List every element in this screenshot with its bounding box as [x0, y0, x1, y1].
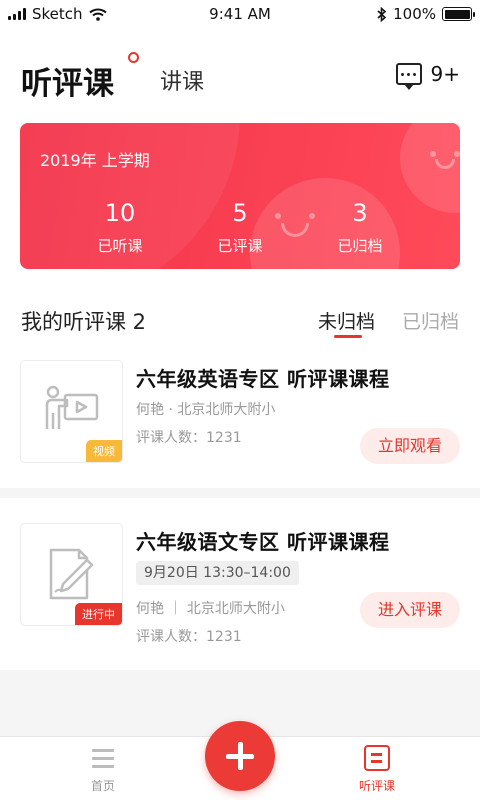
app-screen: Sketch 9:41 AM 100% 听评课 讲课 9+ 2019年 上学期 … — [0, 0, 480, 800]
message-icon — [395, 63, 422, 90]
course-title[interactable]: 六年级英语专区 听评课课程 — [136, 363, 389, 392]
stat-label: 已评课 — [217, 237, 263, 255]
course-thumbnail: 视频 — [20, 360, 123, 463]
course-card[interactable]: 视频 六年级英语专区 听评课课程 何艳 · 北京北师大附小 评课人数：1231 … — [0, 343, 480, 488]
menu-icon — [90, 745, 116, 771]
tab-lecture[interactable]: 讲课 — [160, 64, 204, 96]
term-label: 2019年 上学期 — [40, 151, 150, 170]
wifi-icon — [88, 8, 107, 21]
teacher-school: 何艳 ｜ 北京北师大附小 — [136, 601, 285, 617]
stat-evaluated[interactable]: 5 已评课 — [190, 199, 290, 256]
stat-value: 3 — [352, 199, 368, 227]
battery-icon — [442, 7, 475, 21]
course-thumbnail: 进行中 — [20, 523, 123, 626]
teacher-board-icon — [45, 385, 99, 429]
carrier-label: Sketch — [32, 5, 83, 23]
stat-listened[interactable]: 10 已听课 — [70, 199, 170, 256]
stat-value: 10 — [104, 199, 136, 227]
bluetooth-icon — [377, 6, 387, 22]
reviewer-count: 评课人数：1231 — [136, 629, 242, 645]
add-button[interactable] — [205, 721, 275, 791]
active-tab-indicator — [334, 335, 362, 338]
stat-label: 已听课 — [97, 237, 143, 255]
messages-button[interactable]: 9+ — [395, 62, 460, 90]
watch-now-button[interactable]: 立即观看 — [359, 428, 460, 464]
message-count: 9+ — [430, 62, 460, 86]
document-pen-icon — [49, 548, 94, 600]
section-title: 我的听评课 2 — [21, 310, 147, 334]
stat-label: 已归档 — [337, 237, 383, 255]
clock: 9:41 AM — [209, 5, 271, 23]
stat-archived[interactable]: 3 已归档 — [310, 199, 410, 256]
tab-home[interactable]: 首页 — [63, 745, 143, 794]
header: 听评课 讲课 9+ — [0, 28, 480, 120]
enter-review-button[interactable]: 进入评课 — [359, 592, 460, 628]
tab-archived[interactable]: 已归档 — [402, 307, 459, 334]
session-time: 9月20日 13:30–14:00 — [136, 561, 299, 585]
teacher-school: 何艳 · 北京北师大附小 — [136, 402, 276, 418]
video-tag: 视频 — [86, 440, 122, 462]
stat-value: 5 — [232, 199, 248, 227]
tab-listen[interactable]: 听评课 — [337, 745, 417, 794]
signal-icon — [8, 8, 26, 20]
status-right: 100% — [377, 5, 475, 23]
summary-card: 2019年 上学期 10 已听课 5 已评课 3 已归档 — [20, 123, 460, 269]
document-icon — [364, 745, 390, 771]
tab-unarchived[interactable]: 未归档 — [318, 307, 375, 334]
notification-dot — [128, 52, 139, 63]
course-card[interactable]: 进行中 六年级语文专区 听评课课程 9月20日 13:30–14:00 何艳 ｜… — [0, 498, 480, 670]
tab-listen-label: 听评课 — [358, 779, 395, 793]
in-progress-tag: 进行中 — [75, 603, 122, 625]
status-left: Sketch — [8, 5, 107, 23]
battery-percent: 100% — [393, 5, 436, 23]
tab-home-label: 首页 — [90, 779, 115, 793]
reviewer-count: 评课人数：1231 — [136, 430, 242, 446]
course-title[interactable]: 六年级语文专区 听评课课程 — [136, 526, 389, 555]
status-bar: Sketch 9:41 AM 100% — [0, 0, 480, 28]
tab-listen-evaluate[interactable]: 听评课 — [21, 58, 114, 103]
